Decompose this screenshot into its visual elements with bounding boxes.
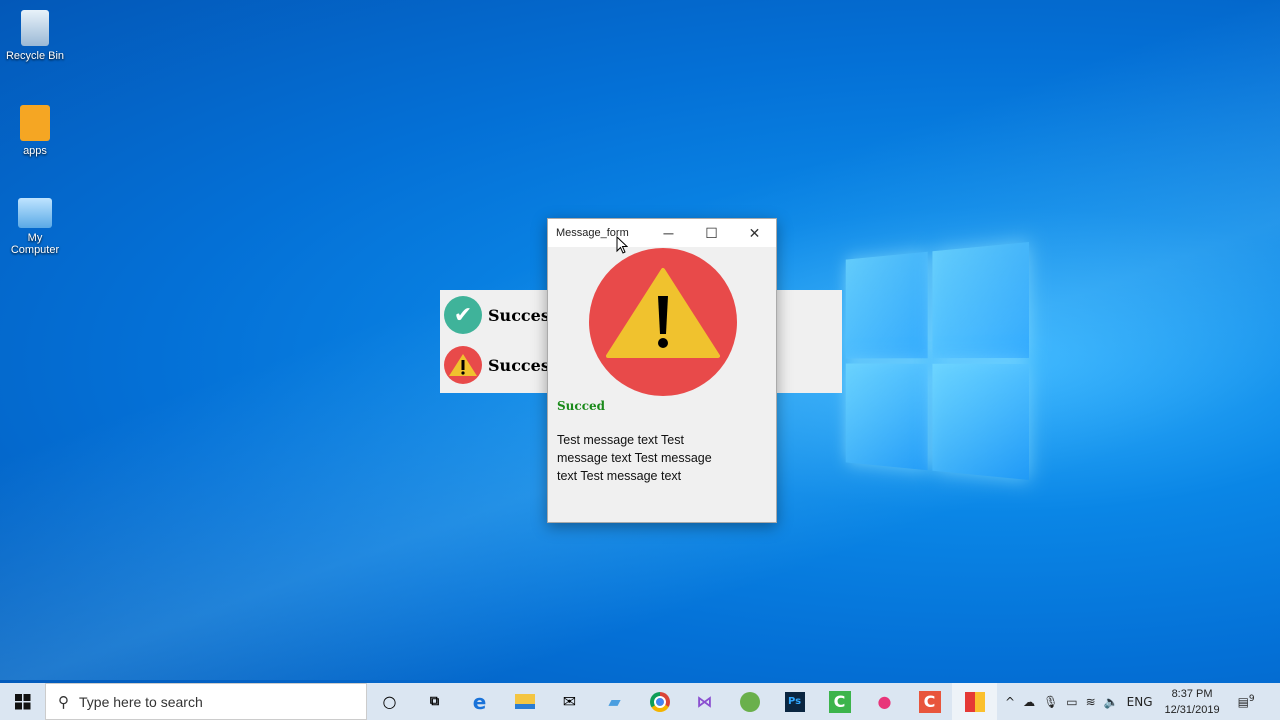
- robot-app-icon[interactable]: ●: [862, 683, 907, 720]
- cortana-icon[interactable]: ○: [367, 683, 412, 720]
- notification-row-warning: Succes: [444, 346, 550, 384]
- battery-icon[interactable]: ▭: [1066, 695, 1077, 709]
- start-button[interactable]: [0, 683, 45, 720]
- chrome-icon[interactable]: [637, 683, 682, 720]
- status-title: Succed: [557, 399, 606, 413]
- recycle-bin-icon: [21, 10, 49, 46]
- volume-icon[interactable]: 🔈: [1104, 695, 1119, 709]
- edge-icon[interactable]: e: [457, 683, 502, 720]
- cloud-sync-icon[interactable]: ☁: [1023, 695, 1035, 709]
- system-tray: ^ ☁ 🎙 ▭ ≋ 🔈 ENG 8:37 PM 12/31/2019 ▤9: [1005, 686, 1255, 718]
- warning-circle-icon: [444, 346, 482, 384]
- clock[interactable]: 8:37 PM 12/31/2019: [1165, 686, 1220, 718]
- message-text: Test message text Test message text Test…: [557, 433, 712, 483]
- language-indicator[interactable]: ENG: [1127, 695, 1153, 709]
- camtasia-recorder-icon[interactable]: C: [907, 683, 952, 720]
- warning-icon: [589, 248, 737, 396]
- computer-icon: [18, 198, 52, 228]
- photoshop-icon[interactable]: Ps: [772, 683, 817, 720]
- search-icon: ⚲: [58, 693, 69, 711]
- windows-icon: [14, 693, 30, 709]
- microphone-icon[interactable]: 🎙: [1043, 695, 1058, 709]
- file-explorer-icon[interactable]: [502, 683, 547, 720]
- close-button[interactable]: ✕: [733, 219, 776, 247]
- window-title: Message_form: [556, 227, 629, 239]
- task-view-icon[interactable]: ⧉: [412, 683, 457, 720]
- active-app-icon[interactable]: [952, 683, 997, 720]
- message-form-window: Message_form ─ ☐ ✕ Succed Test message t…: [547, 218, 777, 523]
- wifi-icon[interactable]: ≋: [1086, 695, 1096, 709]
- notification-count: 9: [1248, 694, 1255, 704]
- camtasia-icon[interactable]: C: [817, 683, 862, 720]
- app-icon[interactable]: ▰: [592, 683, 637, 720]
- chevron-up-icon[interactable]: ^: [1005, 695, 1015, 709]
- maximize-button[interactable]: ☐: [690, 219, 733, 247]
- android-studio-icon[interactable]: [727, 683, 772, 720]
- desktop-icon-apps[interactable]: apps: [4, 105, 66, 157]
- mouse-cursor-icon: [616, 236, 628, 254]
- check-circle-icon: ✔: [444, 296, 482, 334]
- windows-logo-wallpaper: [845, 242, 1029, 480]
- notification-row-success: ✔ Succes: [444, 296, 550, 334]
- minimize-button[interactable]: ─: [647, 219, 690, 247]
- desktop-icon-my-computer[interactable]: My Computer: [4, 198, 66, 256]
- visual-studio-icon[interactable]: ⋈: [682, 683, 727, 720]
- taskbar: ⚲ Type here to search ○ ⧉ e ✉ ▰ ⋈ Ps C ●…: [0, 683, 1280, 720]
- notifications-icon[interactable]: ▤9: [1238, 694, 1255, 709]
- folder-icon: [20, 105, 50, 141]
- title-bar[interactable]: Message_form ─ ☐ ✕: [548, 219, 776, 247]
- mail-icon[interactable]: ✉: [547, 683, 592, 720]
- desktop-icon-recycle-bin[interactable]: Recycle Bin: [4, 10, 66, 62]
- taskbar-search-input[interactable]: ⚲ Type here to search: [45, 683, 367, 720]
